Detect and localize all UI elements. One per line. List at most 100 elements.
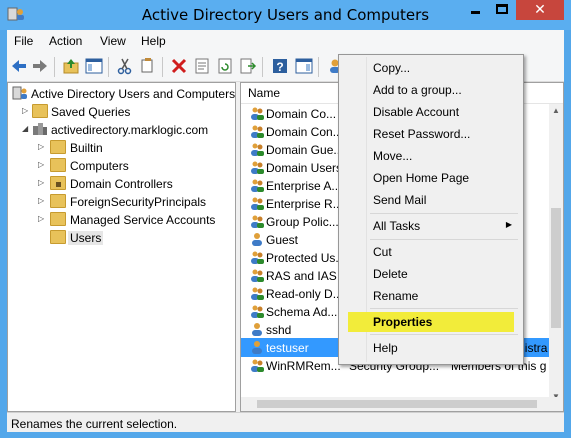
scroll-thumb[interactable]	[257, 400, 537, 408]
menu-view[interactable]: View	[100, 34, 126, 48]
toolbar-separator	[54, 57, 55, 77]
chevron-right-icon[interactable]: ▷	[38, 178, 44, 187]
cell-name: Protected Us...	[266, 251, 346, 265]
scroll-thumb[interactable]	[551, 208, 561, 328]
column-header-name[interactable]: Name	[248, 86, 280, 100]
group-icon	[251, 269, 264, 282]
menu-item-help[interactable]: Help	[342, 338, 520, 358]
menu-item-label: Add to a group...	[373, 83, 462, 97]
close-button[interactable]: ✕	[516, 0, 564, 20]
toolbar-separator	[108, 57, 109, 77]
menu-item-open-home-page[interactable]: Open Home Page	[342, 168, 520, 188]
cell-name: testuser	[266, 341, 309, 355]
up-folder-icon[interactable]	[62, 57, 80, 75]
tree-item-foreign-security-principals[interactable]: ▷ ForeignSecurityPrincipals	[8, 193, 236, 211]
group-icon	[251, 125, 264, 138]
group-icon	[251, 359, 264, 372]
menu-item-send-mail[interactable]: Send Mail	[342, 190, 520, 210]
group-icon	[251, 287, 264, 300]
maximize-icon	[496, 4, 508, 14]
cell-name: sshd	[266, 323, 292, 337]
group-icon	[251, 107, 264, 120]
vertical-scrollbar[interactable]: ▲ ▼	[549, 104, 563, 404]
group-icon	[251, 305, 264, 318]
menu-item-label: Move...	[373, 149, 413, 163]
cell-name: Read-only D...	[266, 287, 343, 301]
menu-item-properties[interactable]: Properties	[342, 312, 520, 332]
menu-item-disable-account[interactable]: Disable Account	[342, 102, 520, 122]
maximize-button[interactable]	[489, 0, 516, 20]
menu-file[interactable]: File	[14, 34, 33, 48]
menu-action[interactable]: Action	[49, 34, 82, 48]
forward-arrow-icon[interactable]	[31, 57, 49, 75]
horizontal-scrollbar[interactable]	[241, 397, 563, 411]
cut-icon[interactable]	[116, 57, 134, 75]
menu-help[interactable]: Help	[141, 34, 166, 48]
svg-text:?: ?	[276, 60, 283, 74]
menu-item-copy[interactable]: Copy...	[342, 58, 520, 78]
copy-icon[interactable]	[139, 57, 157, 75]
tree-item-builtin[interactable]: ▷ Builtin	[8, 139, 236, 157]
delete-icon[interactable]	[170, 57, 188, 75]
tree-item-domain-controllers[interactable]: ▷ Domain Controllers	[8, 175, 236, 193]
user-icon	[252, 341, 262, 354]
toolbar-separator	[318, 57, 319, 77]
menu-item-label: Send Mail	[373, 193, 427, 207]
tree-item-label: Builtin	[70, 141, 103, 155]
cell-name: Enterprise R...	[266, 197, 343, 211]
menu-bar: File Action View Help	[7, 30, 564, 52]
ou-folder-icon	[50, 176, 66, 190]
cell-name: Group Polic...	[266, 215, 339, 229]
show-console-tree-icon[interactable]	[85, 57, 103, 75]
menu-item-delete[interactable]: Delete	[342, 264, 520, 284]
menu-separator	[370, 334, 518, 335]
back-arrow-icon[interactable]	[10, 57, 28, 75]
tree-item-saved-queries[interactable]: ▷ Saved Queries	[8, 103, 236, 121]
menu-item-reset-password[interactable]: Reset Password...	[342, 124, 520, 144]
menu-item-add-to-a-group[interactable]: Add to a group...	[342, 80, 520, 100]
menu-item-label: Copy...	[373, 61, 411, 75]
tree-item-managed-service-accounts[interactable]: ▷ Managed Service Accounts	[8, 211, 236, 229]
context-menu: Copy... Add to a group... Disable Account R…	[338, 54, 524, 365]
chevron-right-icon[interactable]: ▷	[22, 106, 28, 115]
cell-name: Domain Users	[266, 161, 343, 175]
tree-item-domain[interactable]: ◢ activedirectory.marklogic.com	[8, 121, 236, 139]
menu-item-label: Cut	[373, 245, 392, 259]
menu-item-label: All Tasks	[373, 219, 421, 233]
menu-item-cut[interactable]: Cut	[342, 242, 520, 262]
chevron-down-icon[interactable]: ◢	[22, 124, 28, 133]
properties-icon[interactable]	[193, 57, 211, 75]
group-icon	[251, 143, 264, 156]
tree-item-computers[interactable]: ▷ Computers	[8, 157, 236, 175]
tree-item-label: Domain Controllers	[70, 177, 173, 191]
tree-item-label: activedirectory.marklogic.com	[51, 123, 209, 137]
menu-item-label: Properties	[373, 315, 433, 329]
scroll-up-icon[interactable]: ▲	[549, 104, 563, 118]
help-icon[interactable]: ?	[271, 57, 289, 75]
minimize-button[interactable]	[462, 0, 489, 20]
folder-icon	[50, 194, 66, 208]
group-icon	[251, 215, 264, 228]
show-action-pane-icon[interactable]	[295, 57, 313, 75]
export-list-icon[interactable]	[239, 57, 257, 75]
chevron-right-icon[interactable]: ▷	[38, 142, 44, 151]
toolbar-separator	[162, 57, 163, 77]
tree-item-label: Users	[68, 231, 104, 245]
domain-icon	[33, 123, 47, 135]
status-bar: Renames the current selection.	[7, 412, 564, 432]
menu-item-label: Reset Password...	[373, 127, 471, 141]
chevron-right-icon[interactable]: ▷	[38, 196, 44, 205]
status-text: Renames the current selection.	[11, 417, 178, 431]
chevron-right-icon[interactable]: ▷	[38, 160, 44, 169]
menu-item-all-tasks[interactable]: All Tasks ▶	[342, 216, 520, 236]
title-bar[interactable]: Active Directory Users and Computers ✕	[0, 0, 571, 30]
menu-item-move[interactable]: Move...	[342, 146, 520, 166]
tree-item-users[interactable]: Users	[8, 229, 236, 247]
tree-root[interactable]: Active Directory Users and Computers	[8, 85, 236, 103]
cell-name: Schema Ad...	[266, 305, 338, 319]
refresh-icon[interactable]	[216, 57, 234, 75]
chevron-right-icon[interactable]: ▷	[38, 214, 44, 223]
menu-item-rename[interactable]: Rename	[342, 286, 520, 306]
tree-root-label: Active Directory Users and Computers	[31, 87, 236, 101]
ad-users-computers-app-icon	[12, 86, 27, 100]
